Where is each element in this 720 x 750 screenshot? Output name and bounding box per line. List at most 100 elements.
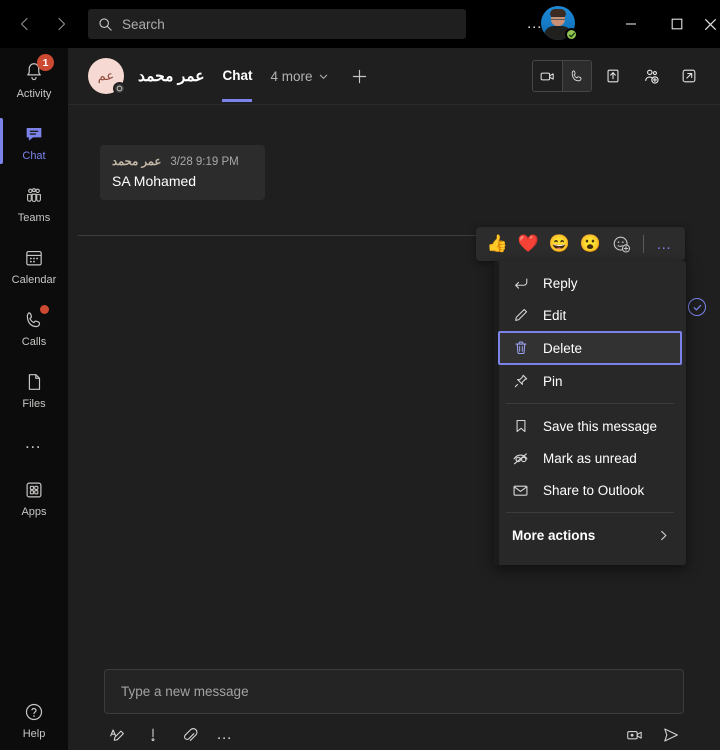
message-sender: عمر محمد bbox=[112, 156, 162, 168]
menu-item-save-message[interactable]: Save this message bbox=[498, 410, 682, 442]
pop-out-icon[interactable] bbox=[672, 61, 706, 91]
video-call-icon[interactable] bbox=[533, 61, 562, 91]
add-tab-button[interactable] bbox=[349, 65, 371, 87]
compose-area: Type a new message … bbox=[68, 657, 720, 750]
message-context-menu: Reply Edit Delete Pin Save this message … bbox=[494, 261, 686, 565]
menu-label-reply: Reply bbox=[543, 275, 578, 291]
reply-arrow-icon bbox=[512, 275, 529, 292]
share-screen-icon[interactable] bbox=[596, 61, 630, 91]
send-icon[interactable] bbox=[658, 723, 684, 747]
chevron-down-icon bbox=[318, 71, 329, 82]
apps-icon bbox=[21, 477, 47, 503]
add-reaction-icon[interactable] bbox=[606, 229, 637, 259]
ellipsis-icon[interactable]: … bbox=[212, 723, 238, 747]
sidebar-more-button[interactable]: … bbox=[0, 420, 68, 466]
menu-separator-2 bbox=[506, 512, 674, 513]
menu-separator-1 bbox=[506, 403, 674, 404]
exclamation-icon[interactable] bbox=[140, 723, 166, 747]
avatar-glasses bbox=[551, 16, 565, 20]
maximize-icon[interactable] bbox=[654, 0, 700, 48]
chat-avatar[interactable]: عم bbox=[88, 58, 126, 95]
avatar-hair bbox=[550, 9, 566, 16]
reaction-toolbar: 👍 ❤️ 😄 😮 … bbox=[476, 227, 685, 261]
reaction-laugh-icon[interactable]: 😄 bbox=[544, 229, 575, 259]
chat-title[interactable]: عمر محمد bbox=[138, 67, 204, 86]
reaction-heart-icon[interactable]: ❤️ bbox=[513, 229, 544, 259]
menu-label-more-actions: More actions bbox=[512, 527, 596, 543]
menu-item-more-actions[interactable]: More actions bbox=[498, 519, 682, 551]
sidebar-item-teams[interactable]: Teams bbox=[0, 172, 68, 234]
calls-badge-dot bbox=[40, 305, 49, 314]
message-more-options-button[interactable]: … bbox=[650, 229, 679, 259]
message-bubble[interactable]: عمر محمد 3/28 9:19 PM SA Mohamed bbox=[100, 145, 265, 200]
menu-item-mark-unread[interactable]: Mark as unread bbox=[498, 442, 682, 474]
app-rail: Activity 1 Chat Teams Calendar Calls Fil… bbox=[0, 48, 68, 750]
audio-call-icon[interactable] bbox=[562, 61, 591, 91]
trash-icon bbox=[512, 340, 529, 357]
pencil-icon bbox=[512, 307, 529, 324]
chat-avatar-initials: عم bbox=[97, 68, 115, 83]
menu-label-delete: Delete bbox=[543, 340, 583, 356]
menu-item-reply[interactable]: Reply bbox=[498, 267, 682, 299]
add-people-icon[interactable] bbox=[634, 61, 668, 91]
menu-item-pin[interactable]: Pin bbox=[498, 365, 682, 397]
forward-icon[interactable] bbox=[48, 11, 74, 37]
tab-chat-label: Chat bbox=[222, 67, 253, 83]
tabs-more-label: 4 more bbox=[270, 68, 313, 84]
active-indicator bbox=[0, 118, 3, 164]
help-icon bbox=[21, 699, 47, 725]
sidebar-label-activity: Activity bbox=[16, 87, 52, 100]
search-input[interactable]: Search bbox=[88, 9, 466, 39]
call-button-group bbox=[532, 60, 592, 92]
menu-label-pin: Pin bbox=[543, 373, 563, 389]
teams-window: Search … Activity 1 Chat Teams Calendar … bbox=[0, 0, 720, 750]
sidebar-item-calls[interactable]: Calls bbox=[0, 296, 68, 358]
reaction-surprised-icon[interactable]: 😮 bbox=[575, 229, 606, 259]
tab-chat[interactable]: Chat bbox=[222, 67, 253, 102]
menu-label-mark-unread: Mark as unread bbox=[543, 450, 637, 466]
sidebar-label-apps: Apps bbox=[21, 505, 47, 518]
sidebar-item-apps[interactable]: Apps bbox=[0, 466, 68, 528]
reaction-divider bbox=[643, 235, 644, 253]
menu-item-delete[interactable]: Delete bbox=[498, 331, 682, 365]
message-input-placeholder: Type a new message bbox=[121, 684, 249, 699]
message-timestamp: 3/28 9:19 PM bbox=[170, 156, 239, 168]
chat-header: عم عمر محمد Chat 4 more bbox=[68, 48, 720, 105]
presence-badge-available bbox=[565, 28, 578, 41]
message-meta: عمر محمد 3/28 9:19 PM bbox=[112, 154, 253, 168]
sidebar-item-activity[interactable]: Activity 1 bbox=[0, 48, 68, 110]
menu-label-save-message: Save this message bbox=[543, 418, 658, 434]
sidebar-label-chat: Chat bbox=[22, 149, 46, 162]
more-actions-left: More actions bbox=[512, 528, 595, 543]
menu-item-edit[interactable]: Edit bbox=[498, 299, 682, 331]
tabs-more-dropdown[interactable]: 4 more bbox=[270, 69, 328, 84]
sidebar-item-calendar[interactable]: Calendar bbox=[0, 234, 68, 296]
chat-icon bbox=[21, 121, 47, 147]
back-icon[interactable] bbox=[12, 11, 38, 37]
close-icon[interactable] bbox=[700, 0, 720, 48]
format-text-icon[interactable] bbox=[104, 723, 130, 747]
video-clip-icon[interactable] bbox=[622, 723, 648, 747]
tab-underline bbox=[222, 99, 253, 102]
sidebar-label-help: Help bbox=[22, 727, 46, 740]
message-input[interactable]: Type a new message bbox=[104, 669, 684, 714]
sidebar-item-help[interactable]: Help bbox=[0, 688, 68, 750]
nav-arrows bbox=[12, 11, 74, 37]
sidebar-item-files[interactable]: Files bbox=[0, 358, 68, 420]
sidebar-item-chat[interactable]: Chat bbox=[0, 110, 68, 172]
bookmark-icon bbox=[512, 418, 529, 435]
calendar-icon bbox=[21, 245, 47, 271]
chat-header-actions bbox=[532, 60, 706, 92]
reaction-like-icon[interactable]: 👍 bbox=[482, 229, 513, 259]
sidebar-label-calendar: Calendar bbox=[11, 273, 57, 286]
file-icon bbox=[21, 369, 47, 395]
menu-item-share-outlook[interactable]: Share to Outlook bbox=[498, 474, 682, 506]
paperclip-icon[interactable] bbox=[176, 723, 202, 747]
menu-label-edit: Edit bbox=[543, 307, 567, 323]
sidebar-label-files: Files bbox=[22, 397, 46, 410]
minimize-icon[interactable] bbox=[608, 0, 654, 48]
chevron-right-icon bbox=[657, 529, 670, 542]
sidebar-label-calls: Calls bbox=[21, 335, 47, 348]
message-selected-check-icon[interactable] bbox=[688, 298, 706, 316]
eye-off-icon bbox=[512, 450, 529, 467]
